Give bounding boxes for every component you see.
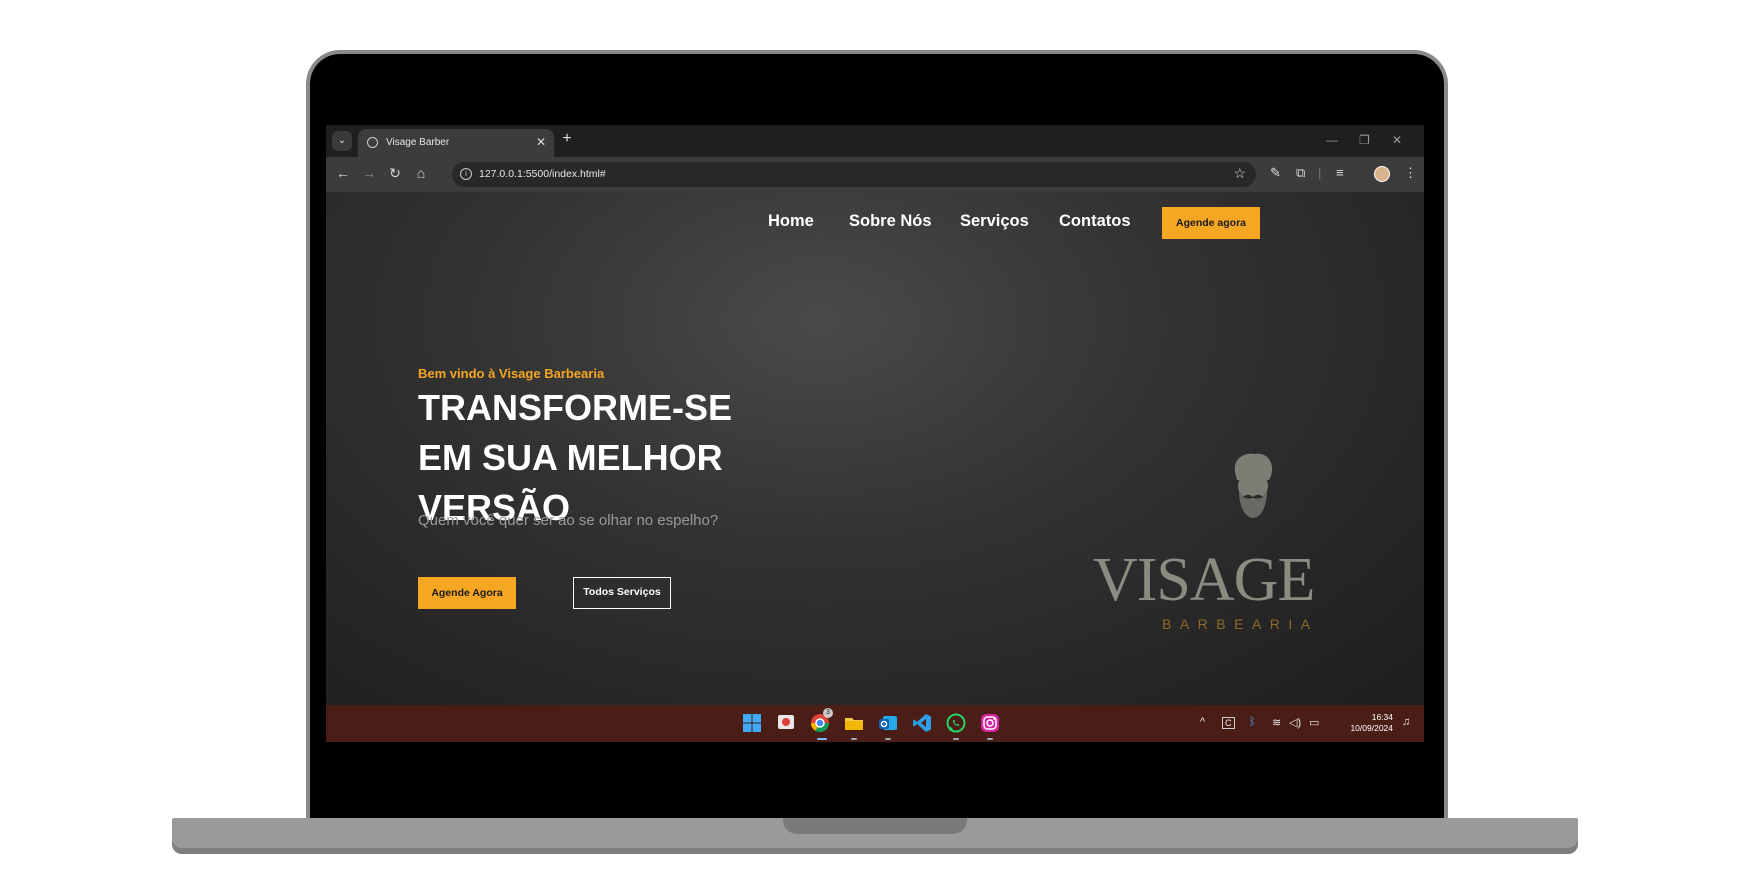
reading-list-icon[interactable]: ≡	[1336, 165, 1344, 180]
app-tray-icon[interactable]: C	[1222, 717, 1235, 729]
visage-wordmark: VISAGE	[1093, 546, 1315, 614]
nav-schedule-button[interactable]: Agende agora	[1162, 207, 1260, 239]
back-icon[interactable]: ←	[334, 165, 352, 181]
nav-services[interactable]: Serviços	[960, 212, 1029, 231]
extensions-icon[interactable]: ⧉	[1296, 165, 1305, 181]
nav-home[interactable]: Home	[768, 212, 814, 231]
tab-title: Visage Barber	[386, 137, 450, 148]
vscode-icon[interactable]	[912, 713, 932, 733]
clock-time: 16:34	[1371, 712, 1393, 722]
globe-icon	[367, 137, 378, 148]
reload-icon[interactable]: ↻	[386, 165, 404, 182]
new-tab-icon[interactable]: +	[556, 130, 578, 148]
browser-tab[interactable]: Visage Barber ✕	[358, 129, 554, 157]
running-indicator	[851, 738, 857, 740]
barber-face-logo-icon	[1234, 453, 1273, 518]
running-indicator	[953, 738, 959, 740]
windows-start-icon[interactable]	[742, 713, 762, 733]
site-info-icon[interactable]: i	[460, 168, 472, 180]
barbearia-tagline: BARBEARIA	[1162, 616, 1319, 632]
windows-taskbar: 3 ^ C ᛒ ≋ ◁) ▭ 16:34 10/09/2024 ♫	[326, 705, 1424, 742]
bluetooth-icon[interactable]: ᛒ	[1249, 716, 1256, 728]
nav-contacts[interactable]: Contatos	[1059, 212, 1131, 231]
browser-toolbar: ← → ↻ ⌂ i 127.0.0.1:5500/index.html# ☆ ✎…	[326, 157, 1424, 192]
address-bar[interactable]: i 127.0.0.1:5500/index.html# ☆	[452, 162, 1256, 187]
schedule-button[interactable]: Agende Agora	[418, 577, 516, 609]
volume-icon[interactable]: ◁)	[1289, 716, 1301, 729]
hero-headline: TRANSFORME-SE EM SUA MELHOR VERSÃO	[418, 387, 732, 528]
battery-icon[interactable]: ▭	[1309, 716, 1319, 729]
chrome-badge: 3	[823, 708, 833, 718]
menu-kebab-icon[interactable]: ⋮	[1404, 165, 1417, 181]
restore-icon[interactable]: ❐	[1359, 133, 1370, 147]
forward-icon[interactable]: →	[360, 165, 378, 181]
running-indicator	[987, 738, 993, 740]
laptop-screen: ⌄ Visage Barber ✕ + — ❐ ✕ ← → ↻ ⌂ i 127.…	[326, 125, 1424, 742]
url-text: 127.0.0.1:5500/index.html#	[479, 168, 606, 180]
profile-avatar[interactable]	[1374, 166, 1390, 182]
active-indicator	[817, 738, 827, 740]
all-services-button[interactable]: Todos Serviços	[573, 577, 671, 609]
minimize-icon[interactable]: —	[1326, 133, 1338, 147]
laptop-notch	[783, 818, 967, 834]
toolbar-divider: |	[1318, 165, 1322, 180]
snipping-tool-icon[interactable]	[776, 713, 796, 733]
tab-search-icon[interactable]: ⌄	[332, 131, 352, 151]
wifi-icon[interactable]: ≋	[1272, 716, 1281, 729]
file-explorer-icon[interactable]	[844, 713, 864, 733]
whatsapp-icon[interactable]	[946, 713, 966, 733]
hero-welcome: Bem vindo à Visage Barbearia	[418, 366, 605, 381]
outlook-icon[interactable]	[878, 713, 898, 733]
clock-date: 10/09/2024	[1350, 723, 1393, 733]
show-hidden-icons-chevron-icon[interactable]: ^	[1200, 716, 1205, 728]
close-tab-icon[interactable]: ✕	[536, 135, 546, 149]
hero-subtitle: Quem você quer ser ao se olhar no espelh…	[418, 512, 719, 529]
nav-about[interactable]: Sobre Nós	[849, 212, 932, 231]
system-clock[interactable]: 16:34 10/09/2024	[1339, 712, 1393, 734]
eyedropper-icon[interactable]: ✎	[1270, 165, 1281, 181]
close-window-icon[interactable]: ✕	[1392, 133, 1402, 147]
browser-tab-strip: ⌄ Visage Barber ✕ + — ❐ ✕	[326, 125, 1424, 157]
home-icon[interactable]: ⌂	[412, 165, 430, 181]
notification-bell-icon[interactable]: ♫	[1402, 716, 1410, 728]
running-indicator	[885, 738, 891, 740]
hero-section: Home Sobre Nós Serviços Contatos Agende …	[326, 192, 1424, 705]
bookmark-star-icon[interactable]: ☆	[1233, 165, 1246, 182]
instagram-icon[interactable]	[980, 713, 1000, 733]
